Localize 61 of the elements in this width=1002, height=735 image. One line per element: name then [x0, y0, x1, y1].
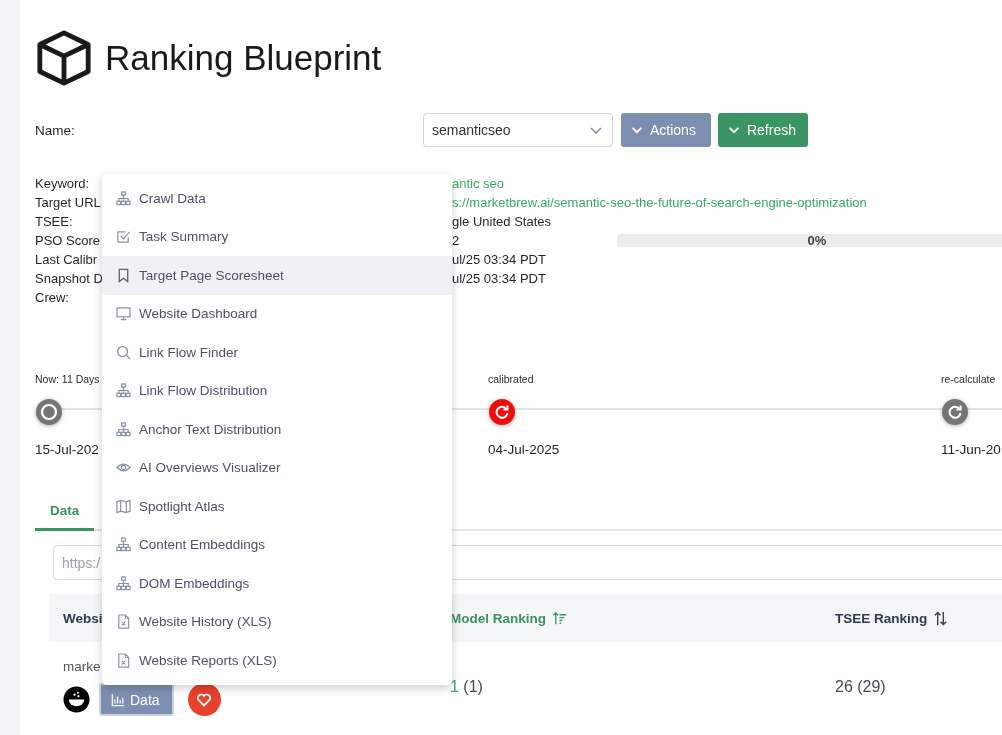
field-value: gle United States: [452, 213, 552, 231]
timeline-date: 15-Jul-202: [35, 442, 99, 457]
checkbox-icon: [116, 229, 131, 245]
menu-item[interactable]: AI Overviews Visualizer: [102, 448, 452, 487]
menu-item[interactable]: Target Page Scoresheet: [102, 256, 452, 295]
tsee-ranking-cell: 26 (29): [835, 678, 886, 695]
monitor-icon: [116, 306, 131, 322]
sitemap-icon: [116, 421, 131, 437]
site-logo-icon: [63, 686, 90, 713]
spreadsheet-file-icon: [116, 614, 131, 630]
menu-item[interactable]: Link Flow Distribution: [102, 371, 452, 410]
cube-icon: [35, 29, 93, 87]
field-label: Crew:: [35, 290, 69, 305]
sort-icon[interactable]: [933, 610, 949, 626]
menu-item[interactable]: Anchor Text Distribution: [102, 410, 452, 449]
field-label: Keyword:: [35, 176, 90, 191]
refresh-point-icon[interactable]: [941, 398, 969, 426]
field-value: ul/25 03:34 PDT: [452, 251, 547, 269]
field-label: PSO Score: [35, 233, 101, 248]
map-icon: [116, 498, 131, 514]
field-label: Snapshot D: [35, 271, 103, 286]
timeline-label: Now: 11 Days: [35, 373, 100, 387]
spreadsheet-file-icon: [116, 652, 131, 668]
name-label: Name:: [35, 122, 76, 138]
refresh-button[interactable]: Refresh: [718, 113, 808, 147]
bar-chart-icon: [111, 692, 125, 707]
search-icon: [116, 344, 131, 360]
menu-item[interactable]: Task Summary: [102, 217, 452, 256]
menu-item[interactable]: Crawl Data: [102, 179, 452, 218]
menu-item[interactable]: Website History (XLS): [102, 602, 452, 641]
page-title: Ranking Blueprint: [105, 38, 382, 78]
sitemap-icon: [116, 537, 131, 553]
field-label: Last Calibr: [35, 252, 98, 267]
model-ranking-cell: 1 (1): [450, 678, 483, 695]
timeline-label: calibrated: [488, 373, 534, 387]
field-label: Target URL: [35, 195, 101, 210]
column-header[interactable]: TSEE Ranking: [835, 610, 928, 626]
timeline-date: 11-Jun-20: [941, 442, 1001, 457]
refresh-point-icon[interactable]: [488, 398, 516, 426]
timeline-label: re-calculate: [941, 373, 996, 387]
bookmark-icon: [116, 267, 131, 283]
sitemap-icon: [116, 190, 131, 206]
sitemap-icon: [116, 383, 131, 399]
website-cell: marke: [63, 659, 101, 674]
favorite-button[interactable]: [187, 683, 221, 716]
menu-item[interactable]: Website Dashboard: [102, 294, 452, 333]
progress-reading: 0%: [807, 232, 827, 250]
field-label: TSEE:: [35, 214, 73, 229]
sort-ascending-icon[interactable]: [552, 610, 567, 626]
name-select[interactable]: semanticseo: [423, 113, 613, 147]
data-tab[interactable]: Data: [35, 495, 95, 531]
menu-item[interactable]: Link Flow Finder: [102, 333, 452, 372]
sitemap-icon: [116, 575, 131, 591]
field-value: ul/25 03:34 PDT: [452, 270, 547, 288]
timeline-date: 04-Jul-2025: [488, 442, 560, 457]
menu-item[interactable]: Spotlight Atlas: [102, 487, 452, 526]
current-point-icon[interactable]: [35, 398, 63, 426]
column-header: Websi: [63, 610, 103, 626]
menu-item[interactable]: Website Reports (XLS): [102, 641, 452, 680]
field-value: 2: [452, 232, 461, 250]
heart-icon: [196, 691, 213, 708]
